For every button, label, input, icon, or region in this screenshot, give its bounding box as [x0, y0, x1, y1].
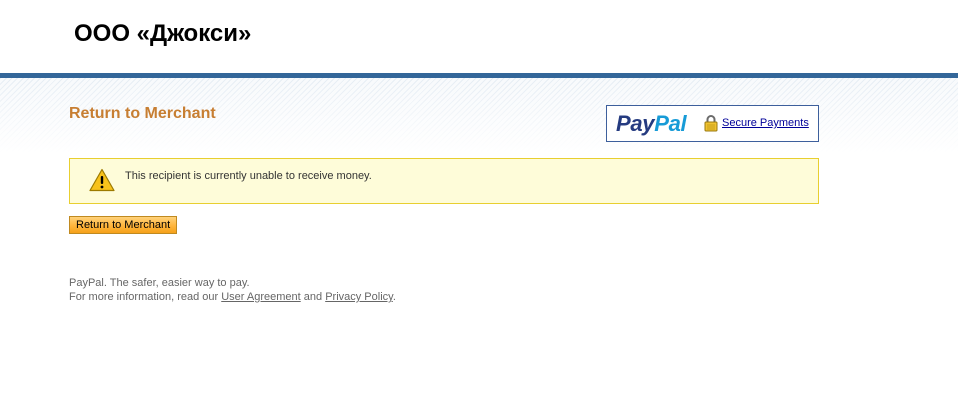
user-agreement-link[interactable]: User Agreement — [221, 291, 300, 303]
footer-info: For more information, read our User Agre… — [69, 290, 396, 304]
footer: PayPal. The safer, easier way to pay. Fo… — [69, 276, 396, 304]
privacy-policy-link[interactable]: Privacy Policy — [325, 291, 393, 303]
footer-period: . — [392, 291, 396, 303]
warning-triangle-icon — [89, 168, 115, 192]
footer-and: and — [300, 291, 326, 303]
merchant-name: ООО «Джокси» — [74, 20, 252, 47]
paypal-secure-badge: PayPal Secure Payments — [606, 105, 819, 142]
padlock-icon — [704, 115, 718, 132]
paypal-logo-pay: Pay — [616, 111, 655, 136]
secure-payments-link[interactable]: Secure Payments — [722, 117, 809, 129]
paypal-logo-pal: Pal — [654, 111, 687, 136]
alert-message-box: This recipient is currently unable to re… — [69, 158, 819, 204]
footer-info-prefix: For more information, read our — [69, 291, 222, 303]
footer-tagline: PayPal. The safer, easier way to pay. — [69, 277, 250, 289]
main-content: Return to Merchant PayPal Secure Payment… — [0, 78, 958, 404]
alert-text: This recipient is currently unable to re… — [125, 170, 372, 182]
page-header: ООО «Джокси» — [0, 0, 958, 73]
paypal-logo: PayPal — [616, 111, 687, 137]
return-to-merchant-button[interactable]: Return to Merchant — [69, 216, 178, 234]
page-title: Return to Merchant — [69, 105, 216, 122]
